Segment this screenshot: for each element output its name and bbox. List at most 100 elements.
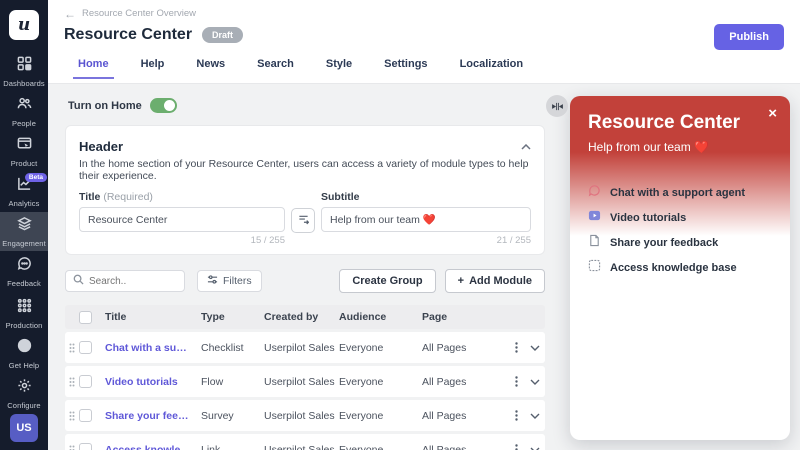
publish-button[interactable]: Publish: [714, 24, 784, 50]
modules-toolbar: Filters Create Group + Add Module: [65, 269, 545, 293]
drag-handle-icon[interactable]: [65, 445, 79, 450]
module-page: All Pages: [422, 409, 467, 422]
close-icon[interactable]: ×: [768, 105, 777, 122]
title-row: Resource Center Draft: [48, 19, 800, 44]
sidebar-item-configure[interactable]: Configure: [0, 374, 48, 413]
resize-arrows-icon: [551, 99, 564, 114]
sidebar: u Dashboards People Product Beta Analyti…: [0, 0, 48, 450]
preview-item-feedback[interactable]: Share your feedback: [588, 230, 772, 255]
search-input[interactable]: [89, 275, 177, 287]
modules-table: Title Type Created by Audience Page Chat…: [65, 305, 545, 450]
module-page: All Pages: [422, 375, 467, 388]
drag-handle-icon[interactable]: [65, 377, 79, 387]
sidebar-item-get-help[interactable]: ? Get Help: [0, 334, 48, 373]
drag-handle-icon[interactable]: [65, 411, 79, 421]
app-window: u Dashboards People Product Beta Analyti…: [0, 0, 800, 450]
sidebar-item-dashboards[interactable]: Dashboards: [0, 52, 48, 91]
sidebar-item-engagement[interactable]: Engagement: [0, 212, 48, 251]
card-description: In the home section of your Resource Cen…: [79, 158, 529, 182]
breadcrumb-label[interactable]: Resource Center Overview: [82, 8, 196, 19]
sidebar-label: People: [12, 119, 36, 128]
preview-item-knowledge[interactable]: Access knowledge base: [588, 255, 772, 280]
search-box[interactable]: [65, 270, 185, 292]
product-icon: [17, 136, 32, 156]
sidebar-label: Engagement: [2, 239, 46, 248]
module-created-by: Userpilot Sales: [264, 409, 335, 422]
kebab-menu-icon[interactable]: [507, 444, 525, 450]
people-icon: [17, 96, 32, 116]
subtitle-input[interactable]: [321, 207, 531, 232]
sidebar-item-production[interactable]: Production: [0, 294, 48, 333]
filters-button[interactable]: Filters: [197, 270, 262, 292]
back-arrow-icon[interactable]: ←: [64, 8, 76, 20]
preview-item-label: Share your feedback: [610, 236, 719, 249]
search-icon: [73, 272, 84, 290]
module-audience: Everyone: [339, 375, 384, 388]
sidebar-label: Product: [10, 159, 38, 168]
add-module-button[interactable]: + Add Module: [444, 269, 545, 293]
home-toggle[interactable]: [149, 98, 177, 113]
row-checkbox[interactable]: [79, 409, 92, 422]
column-audience: Audience: [339, 311, 387, 323]
sidebar-item-people[interactable]: People: [0, 92, 48, 131]
tab-home[interactable]: Home: [73, 54, 114, 79]
row-checkbox[interactable]: [79, 375, 92, 388]
module-title-link[interactable]: Access knowledge ...: [105, 444, 201, 450]
preview-item-chat[interactable]: Chat with a support agent: [588, 180, 772, 205]
chevron-down-icon[interactable]: [525, 379, 545, 385]
tab-search[interactable]: Search: [252, 54, 299, 79]
module-title-link[interactable]: Video tutorials: [105, 376, 201, 388]
row-checkbox[interactable]: [79, 443, 92, 450]
preview-item-label: Video tutorials: [610, 211, 687, 224]
select-all-checkbox[interactable]: [79, 310, 92, 324]
userpilot-logo[interactable]: u: [9, 10, 39, 40]
sidebar-item-feedback[interactable]: Feedback: [0, 252, 48, 291]
preview-resize-handle[interactable]: [546, 95, 568, 117]
drag-handle-icon[interactable]: [65, 343, 79, 353]
preview-items: Chat with a support agent Video tutorial…: [570, 180, 790, 280]
filters-icon: [207, 274, 218, 288]
title-input[interactable]: [79, 207, 285, 232]
preview-item-video[interactable]: Video tutorials: [588, 205, 772, 230]
localize-field-button[interactable]: [291, 208, 315, 233]
resource-center-preview: × Resource Center Help from our team ❤️ …: [570, 96, 790, 440]
breadcrumb[interactable]: ← Resource Center Overview: [48, 0, 800, 20]
sidebar-label: Configure: [7, 401, 41, 410]
tab-settings[interactable]: Settings: [379, 54, 432, 79]
main-pane: Turn on Home Header In the home section …: [48, 84, 606, 450]
chevron-down-icon[interactable]: [525, 345, 545, 351]
card-title: Header: [79, 138, 124, 154]
kebab-menu-icon[interactable]: [507, 410, 525, 421]
column-created-by: Created by: [264, 311, 319, 323]
create-group-button[interactable]: Create Group: [339, 269, 436, 293]
preview-title: Resource Center: [588, 112, 741, 133]
tab-news[interactable]: News: [191, 54, 230, 79]
sidebar-item-analytics[interactable]: Beta Analytics: [0, 172, 48, 211]
module-audience: Everyone: [339, 443, 384, 450]
knowledge-grid-icon: [588, 259, 601, 277]
sidebar-label: Feedback: [7, 279, 41, 288]
beta-badge: Beta: [24, 173, 47, 182]
module-title-link[interactable]: Share your feedba...: [105, 410, 201, 422]
sidebar-item-product[interactable]: Product: [0, 132, 48, 171]
chevron-up-icon[interactable]: [521, 137, 531, 155]
chevron-down-icon[interactable]: [525, 447, 545, 450]
kebab-menu-icon[interactable]: [507, 376, 525, 387]
tab-style[interactable]: Style: [321, 54, 357, 79]
chat-bubble-icon: [588, 184, 601, 202]
status-badge: Draft: [202, 27, 244, 43]
module-type: Flow: [201, 375, 224, 388]
sidebar-label: Dashboards: [3, 79, 45, 88]
engagement-layers-icon: [16, 216, 32, 236]
kebab-menu-icon[interactable]: [507, 342, 525, 353]
translate-lines-icon: [298, 212, 309, 230]
sidebar-label: Get Help: [8, 361, 40, 370]
user-avatar[interactable]: US: [10, 414, 38, 442]
tab-help[interactable]: Help: [136, 54, 170, 79]
module-title-link[interactable]: Chat with a suppo...: [105, 342, 201, 354]
page-title: Resource Center: [64, 26, 193, 43]
home-toggle-row: Turn on Home: [68, 98, 606, 113]
row-checkbox[interactable]: [79, 341, 92, 354]
tab-localization[interactable]: Localization: [455, 54, 529, 79]
chevron-down-icon[interactable]: [525, 413, 545, 419]
